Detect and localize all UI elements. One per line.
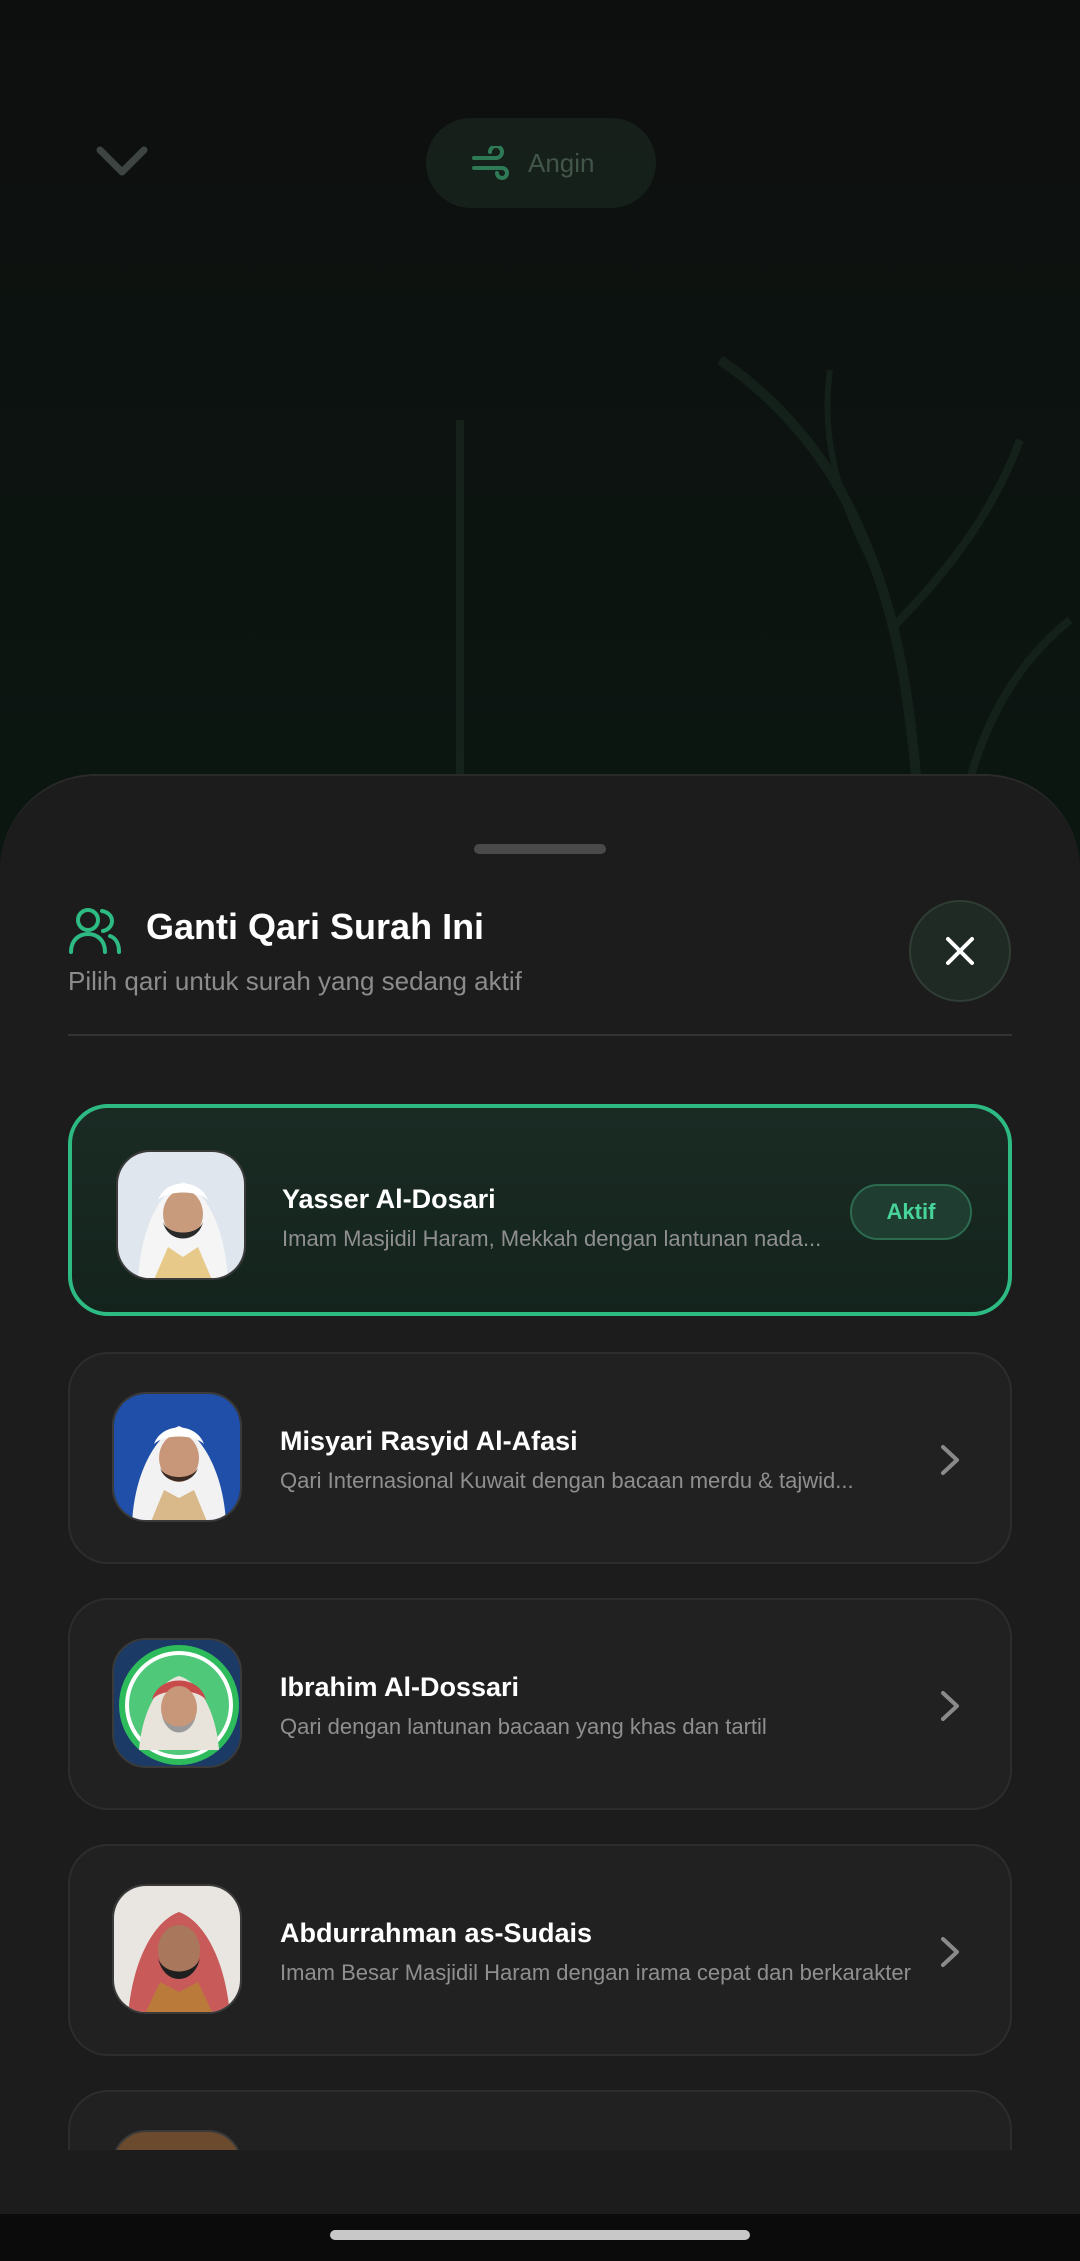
reciter-card-yasser-al-dosari[interactable]: Yasser Al-Dosari Imam Masjidil Haram, Me… (68, 1104, 1012, 1316)
reciter-name: Misyari Rasyid Al-Afasi (280, 1426, 578, 1456)
screen: Angin Ganti Qari Surah Ini Pilih qari un… (0, 0, 1080, 2261)
reciter-description: Imam Besar Masjidil Haram dengan irama c… (280, 1960, 911, 1985)
ambient-sound-chip[interactable]: Angin (426, 118, 656, 208)
avatar (112, 1392, 242, 1522)
ambient-sound-label: Angin (528, 147, 595, 178)
sheet-title: Ganti Qari Surah Ini (146, 906, 485, 947)
reciter-card-abdurrahman-as-sudais[interactable]: Abdurrahman as-Sudais Imam Besar Masjidi… (68, 1844, 1012, 2056)
reciter-description: Imam Masjidil Haram, Mekkah dengan lantu… (282, 1226, 822, 1251)
reciter-name: Yasser Al-Dosari (282, 1184, 496, 1214)
users-icon (69, 908, 121, 954)
avatar (112, 1638, 242, 1768)
background-player: Angin (0, 0, 1080, 820)
drag-handle[interactable] (474, 844, 606, 854)
chevron-right-icon (941, 1445, 959, 1475)
background-tree-illustration (717, 355, 1073, 820)
reciter-name: Abdurrahman as-Sudais (280, 1918, 593, 1948)
home-indicator[interactable] (330, 2230, 750, 2240)
close-button[interactable] (909, 900, 1011, 1002)
wind-icon (472, 146, 509, 180)
avatar (112, 1884, 242, 2014)
header-divider (68, 1034, 1012, 1036)
avatar (116, 1150, 246, 1280)
chevron-right-icon (941, 1937, 959, 1967)
sheet-bottom-area (0, 2150, 1080, 2216)
chevron-right-icon (941, 1691, 959, 1721)
reciter-bottom-sheet: Ganti Qari Surah Ini Pilih qari untuk su… (0, 774, 1080, 2216)
chevron-down-icon[interactable] (92, 140, 152, 184)
reciter-description: Qari Internasional Kuwait dengan bacaan … (280, 1468, 854, 1493)
active-badge: Aktif (850, 1184, 972, 1240)
reciter-card-ibrahim-al-dossari[interactable]: Ibrahim Al-Dossari Qari dengan lantunan … (68, 1598, 1012, 1810)
background-decoration (456, 420, 464, 780)
reciter-description: Qari dengan lantunan bacaan yang khas da… (280, 1714, 767, 1739)
reciter-name: Ibrahim Al-Dossari (280, 1672, 520, 1702)
close-icon (946, 937, 974, 965)
reciter-card-misyari-rasyid-al-afasi[interactable]: Misyari Rasyid Al-Afasi Qari Internasion… (68, 1352, 1012, 1564)
sheet-subtitle: Pilih qari untuk surah yang sedang aktif (68, 966, 522, 996)
